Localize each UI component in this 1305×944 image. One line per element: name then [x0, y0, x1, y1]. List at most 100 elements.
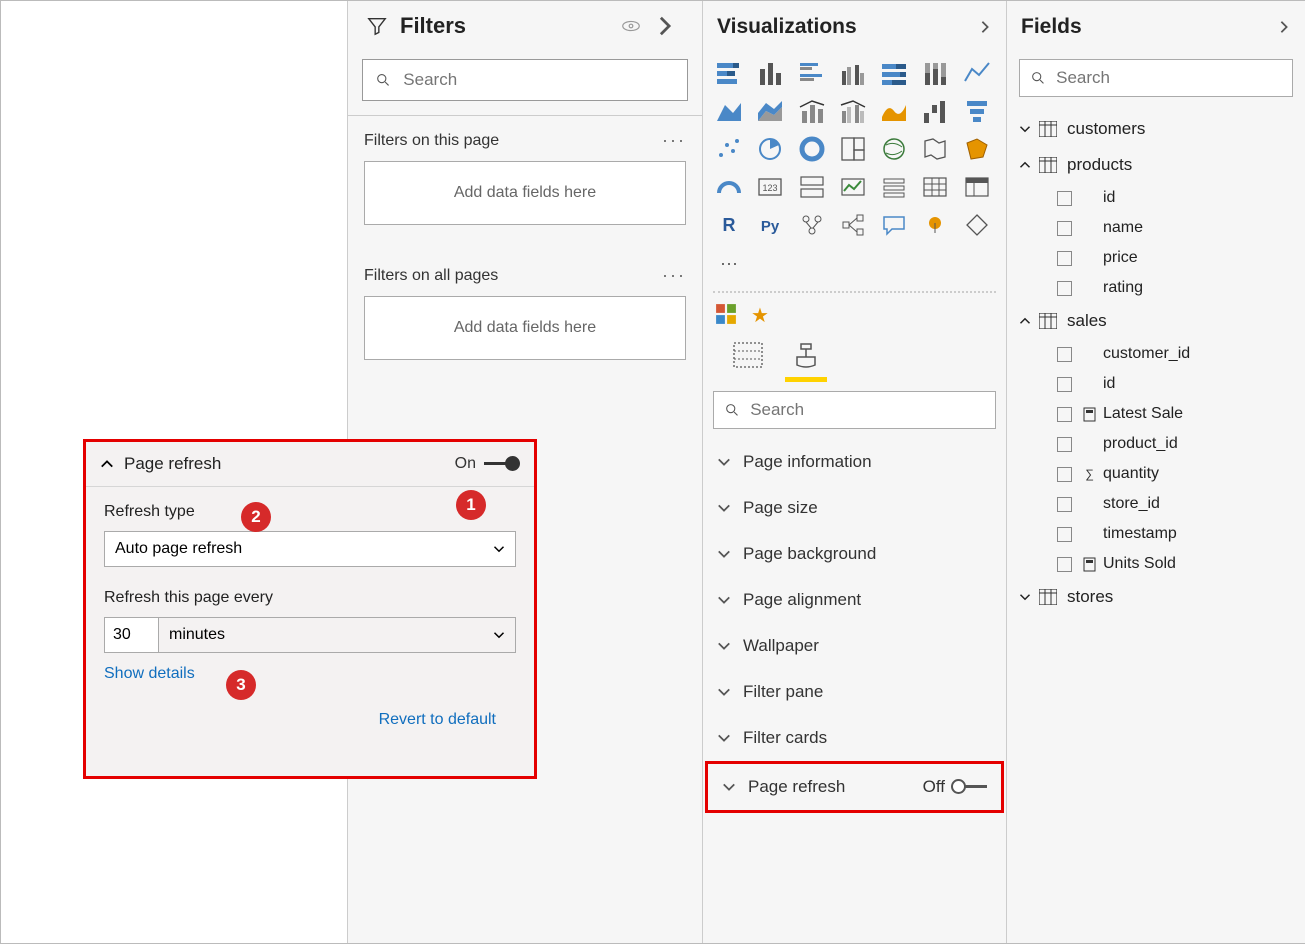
checkbox[interactable]	[1057, 467, 1072, 482]
field-table-customers[interactable]: customers	[1007, 111, 1305, 147]
field-column[interactable]: ∑store_id	[1007, 489, 1305, 519]
viz-collapse-icon[interactable]	[978, 20, 992, 34]
viz-area-chart-icon[interactable]	[713, 95, 745, 127]
field-column[interactable]: Latest Sale	[1007, 399, 1305, 429]
field-column[interactable]: ∑timestamp	[1007, 519, 1305, 549]
pin-visual-icon[interactable]: ★	[751, 303, 769, 328]
tab-format[interactable]	[791, 342, 821, 379]
viz-pie-icon[interactable]	[754, 133, 786, 165]
show-details-link[interactable]: Show details	[104, 665, 195, 682]
checkbox[interactable]	[1057, 527, 1072, 542]
checkbox[interactable]	[1057, 191, 1072, 206]
revert-to-default-link[interactable]: Revert to default	[379, 711, 496, 728]
format-search-input[interactable]	[750, 400, 985, 420]
field-column[interactable]: ∑customer_id	[1007, 339, 1305, 369]
viz-qa-icon[interactable]	[878, 209, 910, 241]
format-filter-cards[interactable]: Filter cards	[703, 715, 1006, 761]
viz-key-influencers-icon[interactable]	[796, 209, 828, 241]
viz-multi-row-card-icon[interactable]	[796, 171, 828, 203]
field-column[interactable]: ∑id	[1007, 183, 1305, 213]
fields-search-input[interactable]	[1056, 68, 1282, 88]
filters-all-more-icon[interactable]: ···	[662, 265, 686, 286]
viz-power-apps-icon[interactable]	[961, 209, 993, 241]
viz-funnel-icon[interactable]	[961, 95, 993, 127]
refresh-type-select[interactable]: Auto page refresh	[104, 531, 516, 567]
page-refresh-toggle[interactable]	[951, 779, 987, 795]
viz-scatter-icon[interactable]	[713, 133, 745, 165]
checkbox[interactable]	[1057, 377, 1072, 392]
checkbox[interactable]	[1057, 347, 1072, 362]
filters-search-input[interactable]	[403, 70, 675, 90]
viz-line-chart-icon[interactable]	[961, 57, 993, 89]
format-page-information[interactable]: Page information	[703, 439, 1006, 485]
field-column[interactable]: ∑id	[1007, 369, 1305, 399]
tab-fields[interactable]	[733, 342, 763, 379]
visibility-icon[interactable]	[620, 15, 642, 37]
viz-slicer-icon[interactable]	[878, 171, 910, 203]
checkbox[interactable]	[1057, 557, 1072, 572]
callout-toggle[interactable]	[484, 456, 520, 472]
viz-kpi-icon[interactable]	[837, 171, 869, 203]
format-page-alignment[interactable]: Page alignment	[703, 577, 1006, 623]
checkbox[interactable]	[1057, 437, 1072, 452]
format-page-refresh[interactable]: Page refresh Off	[705, 761, 1004, 813]
viz-r-visual-icon[interactable]: R	[713, 209, 745, 241]
format-wallpaper[interactable]: Wallpaper	[703, 623, 1006, 669]
field-table-sales[interactable]: sales	[1007, 303, 1305, 339]
viz-stacked-column-icon[interactable]	[754, 57, 786, 89]
viz-gallery: 123 R Py ···	[703, 57, 1006, 287]
viz-ribbon-chart-icon[interactable]	[878, 95, 910, 127]
checkbox[interactable]	[1057, 251, 1072, 266]
viz-stacked-area-icon[interactable]	[754, 95, 786, 127]
appsource-icon[interactable]	[715, 303, 737, 325]
viz-stacked-bar-icon[interactable]	[713, 57, 745, 89]
interval-value-input[interactable]	[104, 617, 158, 653]
viz-matrix-icon[interactable]	[961, 171, 993, 203]
fields-search[interactable]	[1019, 59, 1293, 97]
collapse-pane-icon[interactable]	[654, 15, 676, 37]
checkbox[interactable]	[1057, 497, 1072, 512]
viz-line-stacked-column-icon[interactable]	[796, 95, 828, 127]
viz-more-icon[interactable]: ···	[713, 247, 745, 279]
chevron-up-icon[interactable]	[100, 457, 114, 471]
viz-clustered-column-icon[interactable]	[837, 57, 869, 89]
field-column[interactable]: ∑name	[1007, 213, 1305, 243]
checkbox[interactable]	[1057, 221, 1072, 236]
viz-clustered-bar-icon[interactable]	[796, 57, 828, 89]
field-column[interactable]: ∑price	[1007, 243, 1305, 273]
viz-python-visual-icon[interactable]: Py	[754, 209, 786, 241]
viz-arcgis-map-icon[interactable]	[919, 209, 951, 241]
interval-unit-select[interactable]: minutes	[158, 617, 516, 653]
format-filter-pane[interactable]: Filter pane	[703, 669, 1006, 715]
viz-map-icon[interactable]	[878, 133, 910, 165]
filters-all-dropzone[interactable]: Add data fields here	[364, 296, 686, 360]
field-table-products[interactable]: products	[1007, 147, 1305, 183]
viz-donut-icon[interactable]	[796, 133, 828, 165]
viz-100-stacked-column-icon[interactable]	[919, 57, 951, 89]
checkbox[interactable]	[1057, 407, 1072, 422]
viz-filled-map-icon[interactable]	[919, 133, 951, 165]
viz-treemap-icon[interactable]	[837, 133, 869, 165]
viz-card-icon[interactable]: 123	[754, 171, 786, 203]
field-table-stores[interactable]: stores	[1007, 579, 1305, 615]
field-column[interactable]: ∑quantity	[1007, 459, 1305, 489]
fields-collapse-icon[interactable]	[1277, 20, 1291, 34]
viz-table-icon[interactable]	[919, 171, 951, 203]
viz-gauge-icon[interactable]	[713, 171, 745, 203]
format-page-size[interactable]: Page size	[703, 485, 1006, 531]
viz-shape-map-icon[interactable]	[961, 133, 993, 165]
format-search[interactable]	[713, 391, 996, 429]
field-column[interactable]: ∑rating	[1007, 273, 1305, 303]
viz-waterfall-icon[interactable]	[919, 95, 951, 127]
filters-search[interactable]	[362, 59, 688, 101]
filters-page-dropzone[interactable]: Add data fields here	[364, 161, 686, 225]
checkbox[interactable]	[1057, 281, 1072, 296]
viz-line-clustered-column-icon[interactable]	[837, 95, 869, 127]
format-page-background[interactable]: Page background	[703, 531, 1006, 577]
chevron-down-icon	[493, 629, 505, 641]
viz-100-stacked-bar-icon[interactable]	[878, 57, 910, 89]
viz-decomposition-tree-icon[interactable]	[837, 209, 869, 241]
filters-page-more-icon[interactable]: ···	[662, 130, 686, 151]
field-column[interactable]: ∑product_id	[1007, 429, 1305, 459]
field-column[interactable]: Units Sold	[1007, 549, 1305, 579]
